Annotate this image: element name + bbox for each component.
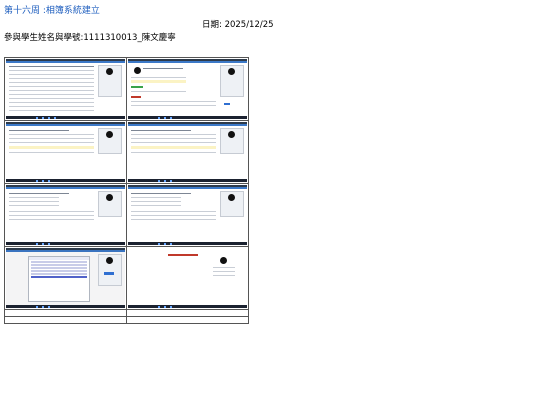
avatar bbox=[220, 257, 227, 264]
table-cell bbox=[126, 183, 249, 247]
table-cell bbox=[4, 246, 127, 310]
screenshot-album-create bbox=[128, 59, 247, 119]
taskbar bbox=[6, 305, 125, 308]
screenshot-photo-list-1 bbox=[6, 122, 125, 182]
table-cell bbox=[126, 120, 249, 184]
avatar bbox=[134, 67, 141, 74]
screenshot-profile bbox=[128, 248, 247, 308]
avatar bbox=[106, 194, 113, 201]
table-row bbox=[4, 246, 249, 310]
screenshot-album-list bbox=[6, 59, 125, 119]
taskbar bbox=[6, 179, 125, 182]
taskbar bbox=[6, 116, 125, 119]
date-label: 日期: 2025/12/25 bbox=[202, 20, 274, 30]
album-modal bbox=[28, 256, 90, 302]
taskbar bbox=[128, 179, 247, 182]
table-cell bbox=[126, 57, 249, 121]
table-cell bbox=[126, 309, 249, 317]
table-row bbox=[4, 120, 249, 184]
student-info: 參與學生姓名與學號:1111310013_陳文慶寧 bbox=[4, 33, 176, 43]
screenshot-photo-upload-2 bbox=[128, 185, 247, 245]
table-cell bbox=[126, 316, 249, 324]
avatar bbox=[228, 68, 235, 75]
avatar bbox=[106, 68, 113, 75]
table-cell bbox=[4, 183, 127, 247]
taskbar bbox=[128, 242, 247, 245]
table-row bbox=[4, 309, 249, 317]
taskbar bbox=[128, 305, 247, 308]
screenshot-photo-list-2 bbox=[128, 122, 247, 182]
table-cell bbox=[4, 57, 127, 121]
avatar bbox=[106, 131, 113, 138]
table-row bbox=[4, 183, 249, 247]
avatar bbox=[228, 194, 235, 201]
screenshot-photo-upload-1 bbox=[6, 185, 125, 245]
table-cell bbox=[126, 246, 249, 310]
table-row bbox=[4, 316, 249, 324]
table-cell bbox=[4, 120, 127, 184]
avatar bbox=[106, 257, 113, 264]
table-cell bbox=[4, 309, 127, 317]
table-cell bbox=[4, 316, 127, 324]
table-row bbox=[4, 57, 249, 121]
screenshot-photo-modal bbox=[6, 248, 125, 308]
taskbar bbox=[6, 242, 125, 245]
taskbar bbox=[128, 116, 247, 119]
page-title: 第十六周 :相簿系統建立 bbox=[4, 6, 100, 16]
screenshot-table bbox=[4, 57, 249, 324]
avatar bbox=[228, 131, 235, 138]
